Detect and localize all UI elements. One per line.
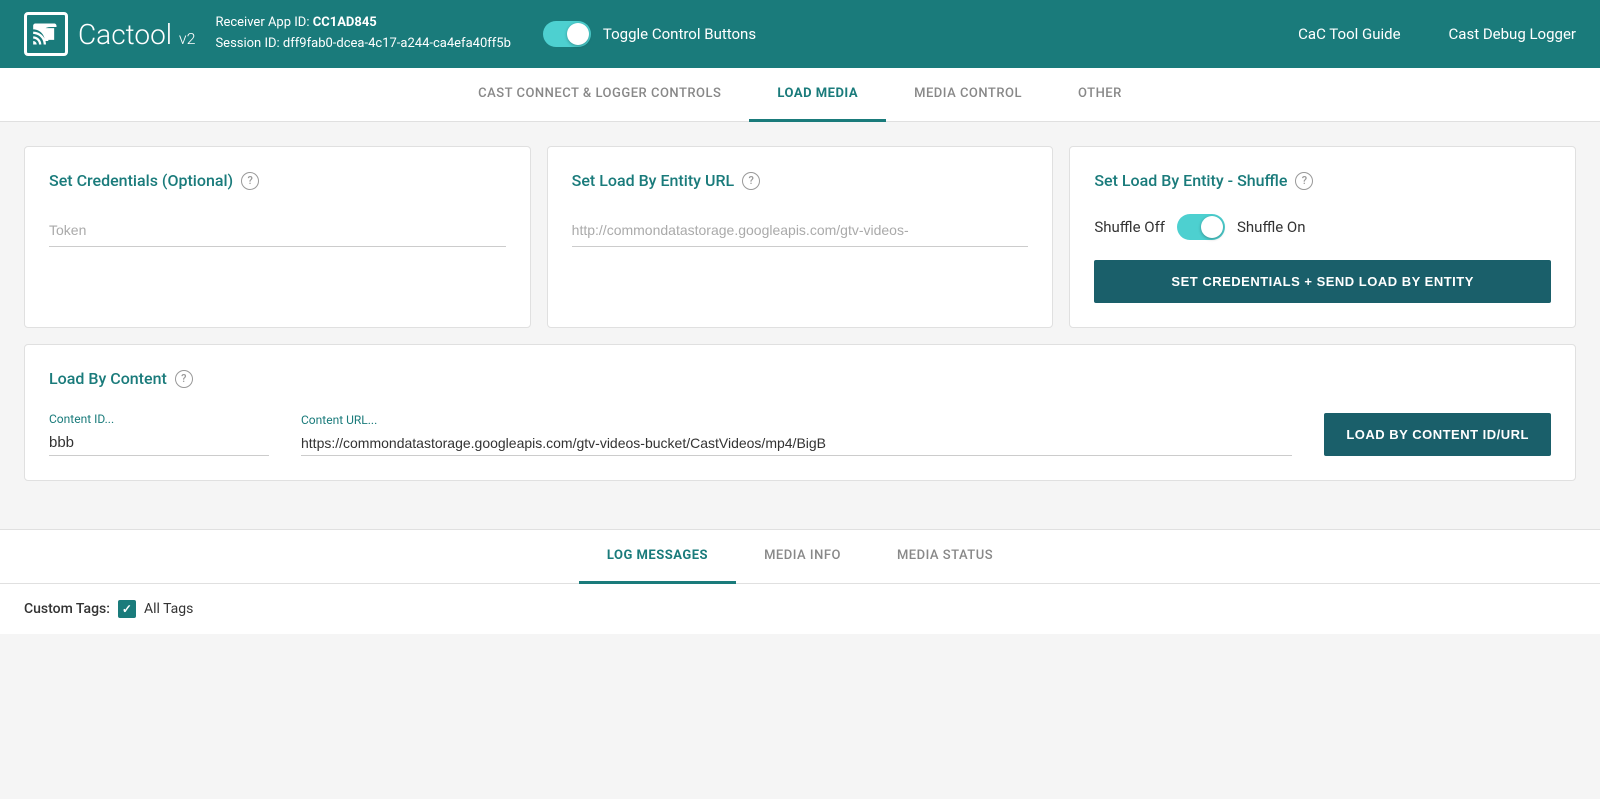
app-name: Cactool v2	[78, 18, 195, 51]
shuffle-toggle[interactable]	[1177, 214, 1225, 240]
toggle-control-label: Toggle Control Buttons	[603, 25, 756, 43]
content-id-input[interactable]	[49, 430, 269, 456]
app-header: Cactool v2 Receiver App ID: CC1AD845 Ses…	[0, 0, 1600, 68]
set-credentials-title-text: Set Credentials (Optional)	[49, 171, 233, 190]
header-nav: CaC Tool Guide Cast Debug Logger	[1298, 25, 1576, 43]
set-load-by-entity-url-card: Set Load By Entity URL ?	[547, 146, 1054, 328]
load-by-content-button[interactable]: LOAD BY CONTENT ID/URL	[1324, 413, 1551, 456]
set-load-by-entity-shuffle-card: Set Load By Entity - Shuffle ? Shuffle O…	[1069, 146, 1576, 328]
toggle-control-area: Toggle Control Buttons	[543, 21, 756, 47]
shuffle-toggle-row: Shuffle Off Shuffle On	[1094, 214, 1551, 240]
content-url-input[interactable]	[301, 431, 1292, 456]
main-tabs-bar: CAST CONNECT & LOGGER CONTROLS LOAD MEDI…	[0, 68, 1600, 122]
tab-cast-connect[interactable]: CAST CONNECT & LOGGER CONTROLS	[450, 68, 749, 122]
app-version: v2	[179, 29, 196, 48]
tab-media-info[interactable]: MEDIA INFO	[736, 530, 869, 584]
cac-tool-guide-link[interactable]: CaC Tool Guide	[1298, 25, 1400, 43]
load-by-content-help-icon[interactable]: ?	[175, 370, 193, 388]
entity-url-input[interactable]	[572, 214, 1029, 247]
all-tags-checkbox[interactable]	[118, 600, 136, 618]
top-cards-row: Set Credentials (Optional) ? Set Load By…	[24, 146, 1576, 328]
shuffle-on-label: Shuffle On	[1237, 218, 1306, 236]
load-by-content-title-text: Load By Content	[49, 369, 167, 388]
cast-icon	[24, 12, 68, 56]
set-credentials-title: Set Credentials (Optional) ?	[49, 171, 506, 190]
set-credentials-send-load-button[interactable]: SET CREDENTIALS + SEND LOAD BY ENTITY	[1094, 260, 1551, 303]
custom-tags-area: Custom Tags: All Tags	[0, 584, 1600, 634]
shuffle-off-label: Shuffle Off	[1094, 218, 1165, 236]
content-url-label: Content URL...	[301, 413, 1292, 427]
set-credentials-card: Set Credentials (Optional) ?	[24, 146, 531, 328]
content-id-label: Content ID...	[49, 412, 269, 426]
load-by-content-title: Load By Content ?	[49, 369, 1551, 388]
receiver-app-id: CC1AD845	[313, 15, 377, 30]
content-url-group: Content URL...	[301, 413, 1292, 456]
tab-media-control[interactable]: MEDIA CONTROL	[886, 68, 1050, 122]
content-id-group: Content ID...	[49, 412, 269, 456]
tab-load-media[interactable]: LOAD MEDIA	[749, 68, 886, 122]
bottom-tabs-bar: LOG MESSAGES MEDIA INFO MEDIA STATUS	[0, 530, 1600, 584]
custom-tags-label: Custom Tags:	[24, 601, 110, 617]
tab-media-status[interactable]: MEDIA STATUS	[869, 530, 1021, 584]
load-by-content-card: Load By Content ? Content ID... Content …	[24, 344, 1576, 481]
tab-other[interactable]: OTHER	[1050, 68, 1150, 122]
content-inputs-row: Content ID... Content URL... LOAD BY CON…	[49, 412, 1551, 456]
bottom-section: LOG MESSAGES MEDIA INFO MEDIA STATUS Cus…	[0, 529, 1600, 634]
set-load-by-entity-url-help-icon[interactable]: ?	[742, 172, 760, 190]
token-input[interactable]	[49, 214, 506, 247]
set-load-by-entity-url-title-text: Set Load By Entity URL	[572, 171, 734, 190]
set-credentials-help-icon[interactable]: ?	[241, 172, 259, 190]
set-load-by-entity-url-title: Set Load By Entity URL ?	[572, 171, 1029, 190]
set-load-by-entity-shuffle-title-text: Set Load By Entity - Shuffle	[1094, 171, 1287, 190]
all-tags-label: All Tags	[144, 601, 193, 617]
main-content: Set Credentials (Optional) ? Set Load By…	[0, 122, 1600, 521]
session-id-label: Session ID:	[215, 36, 279, 51]
cast-debug-logger-link[interactable]: Cast Debug Logger	[1449, 25, 1576, 43]
toggle-control-buttons-switch[interactable]	[543, 21, 591, 47]
tab-log-messages[interactable]: LOG MESSAGES	[579, 530, 736, 584]
session-id: dff9fab0-dcea-4c17-a244-ca4efa40ff5b	[283, 36, 511, 51]
logo-area: Cactool v2	[24, 12, 195, 56]
receiver-app-id-label: Receiver App ID:	[215, 15, 309, 30]
session-info: Receiver App ID: CC1AD845 Session ID: df…	[215, 13, 510, 55]
set-load-by-entity-shuffle-help-icon[interactable]: ?	[1295, 172, 1313, 190]
set-load-by-entity-shuffle-title: Set Load By Entity - Shuffle ?	[1094, 171, 1551, 190]
